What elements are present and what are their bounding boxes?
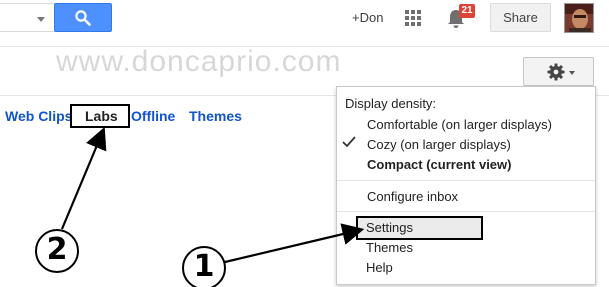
arrow-to-labs [60, 126, 107, 230]
annotation-arrows [60, 126, 365, 264]
annotation-step-2: 2 [35, 229, 79, 273]
arrow-to-settings [224, 223, 365, 264]
annotation-step-1: 1 [182, 246, 226, 287]
